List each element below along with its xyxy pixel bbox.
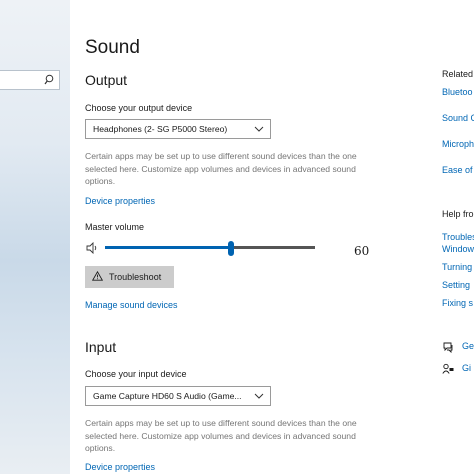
manage-sound-devices-link[interactable]: Manage sound devices (85, 300, 178, 310)
output-note-line: Certain apps may be set up to use differ… (85, 151, 357, 161)
chevron-down-icon (254, 392, 264, 402)
input-device-properties-link[interactable]: Device properties (85, 462, 155, 472)
speaker-icon[interactable] (86, 241, 99, 259)
output-device-label: Choose your output device (85, 103, 193, 113)
help-link-fixing[interactable]: Fixing s (442, 298, 473, 308)
related-link-microphone[interactable]: Microph (442, 139, 474, 149)
output-device-properties-link[interactable]: Device properties (85, 196, 155, 206)
warning-icon (91, 270, 104, 283)
help-link-windows[interactable]: Window (442, 244, 474, 254)
related-link-ease-of-access[interactable]: Ease of (442, 165, 473, 175)
search-input[interactable] (0, 70, 60, 90)
output-note-line: options. (85, 176, 116, 186)
help-link-setting[interactable]: Setting (442, 280, 470, 290)
page-title: Sound (85, 37, 140, 58)
help-heading: Help fro (442, 209, 474, 219)
input-note-line: options. (85, 443, 116, 453)
output-note-line: selected here. Customize app volumes and… (85, 163, 356, 174)
input-device-value: Game Capture HD60 S Audio (Game... (93, 391, 242, 401)
input-note: Certain apps may be set up to use differ… (85, 417, 385, 455)
input-note-line: Certain apps may be set up to use differ… (85, 418, 357, 428)
volume-value: 60 (354, 244, 370, 258)
output-heading: Output (85, 72, 128, 88)
help-link-troubleshoot[interactable]: Troubles (442, 232, 474, 242)
volume-slider-thumb[interactable] (228, 241, 234, 256)
input-device-dropdown[interactable]: Game Capture HD60 S Audio (Game... (85, 386, 271, 406)
output-note: Certain apps may be set up to use differ… (85, 150, 385, 188)
master-volume-slider[interactable] (105, 246, 315, 249)
get-help-icon (442, 340, 454, 358)
output-device-value: Headphones (2- SG P5000 Stereo) (93, 124, 228, 134)
troubleshoot-button[interactable]: Troubleshoot (85, 266, 174, 288)
help-link-turning[interactable]: Turning (442, 262, 472, 272)
related-link-bluetooth[interactable]: Bluetoo (442, 87, 473, 97)
give-feedback-link[interactable]: Gi (462, 363, 471, 373)
chevron-down-icon (254, 125, 264, 135)
get-help-link[interactable]: Ge (462, 341, 474, 351)
input-heading: Input (85, 339, 117, 355)
output-device-dropdown[interactable]: Headphones (2- SG P5000 Stereo) (85, 119, 271, 139)
feedback-icon (442, 362, 454, 380)
sidebar (0, 0, 70, 474)
related-settings-heading: Related (442, 69, 474, 79)
search-icon (44, 73, 54, 91)
volume-fill (105, 246, 231, 249)
master-volume-label: Master volume (85, 222, 145, 232)
troubleshoot-label: Troubleshoot (109, 272, 162, 282)
input-note-line: selected here. Customize app volumes and… (85, 430, 356, 441)
related-link-sound-control[interactable]: Sound C (442, 113, 474, 123)
input-device-label: Choose your input device (85, 369, 187, 379)
